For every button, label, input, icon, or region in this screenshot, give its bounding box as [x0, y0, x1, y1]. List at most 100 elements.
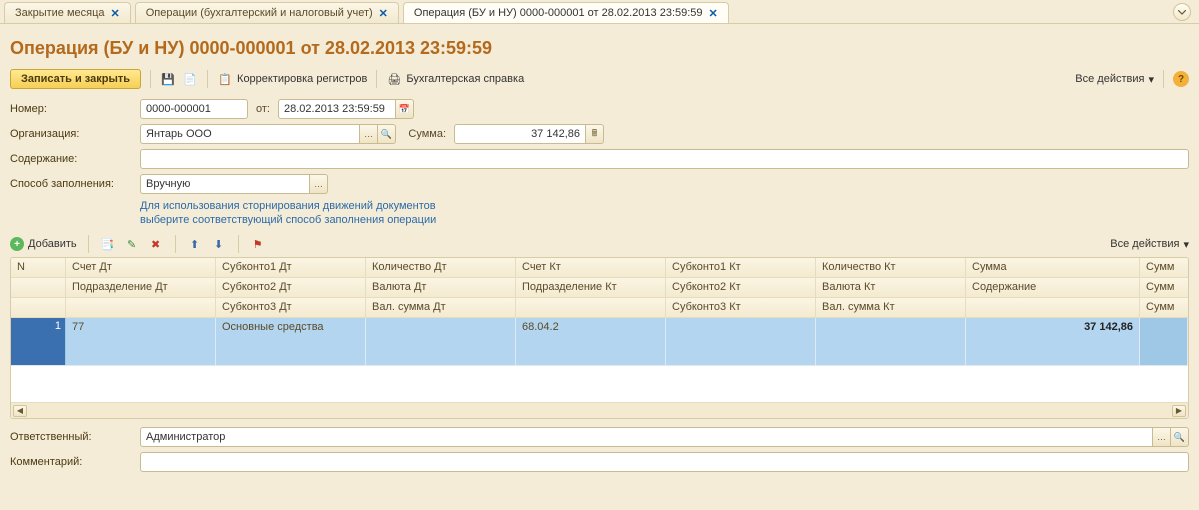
col-blank [11, 298, 66, 317]
col-cur-sum-dt[interactable]: Вал. сумма Дт [366, 298, 516, 317]
number-input[interactable] [140, 99, 248, 119]
col-sub1-dt[interactable]: Субконто1 Дт [216, 258, 366, 277]
accounting-note-button[interactable]: 🖨 Бухгалтерская справка [386, 71, 524, 87]
col-div-dt[interactable]: Подразделение Дт [66, 278, 216, 297]
search-icon[interactable]: 🔍 [378, 124, 396, 144]
cell-sub1-dt[interactable]: Основные средства [216, 318, 366, 365]
tab-label: Закрытие месяца [15, 7, 105, 19]
chevron-down-icon: ▾ [1183, 238, 1189, 251]
entries-grid: N Счет Дт Субконто1 Дт Количество Дт Сче… [10, 257, 1189, 419]
col-sum-ext[interactable]: Сумм [1140, 278, 1188, 297]
number-label: Номер: [10, 103, 140, 115]
close-icon[interactable]: ✕ [379, 7, 388, 20]
fill-method-hint: Для использования сторнирования движений… [140, 199, 540, 227]
col-n[interactable]: N [11, 258, 66, 277]
row-number: 1 [55, 320, 61, 332]
cell-sum[interactable]: 37 142,86 [966, 318, 1140, 365]
comment-label: Комментарий: [10, 456, 140, 468]
col-cur-sum-kt[interactable]: Вал. сумма Кт [816, 298, 966, 317]
org-label: Организация: [10, 128, 140, 140]
move-down-icon[interactable]: ⬇ [211, 236, 227, 252]
label: Бухгалтерская справка [406, 73, 524, 85]
col-acc-dt[interactable]: Счет Дт [66, 258, 216, 277]
chevron-down-icon[interactable] [1173, 3, 1191, 21]
save-close-button[interactable]: Записать и закрыть [10, 69, 141, 89]
help-icon[interactable]: ? [1173, 71, 1189, 87]
label: Корректировка регистров [237, 73, 367, 85]
chevron-down-icon: ▾ [1148, 73, 1154, 86]
col-acc-kt[interactable]: Счет Кт [516, 258, 666, 277]
separator [1163, 70, 1164, 88]
col-sub3-dt[interactable]: Субконто3 Дт [216, 298, 366, 317]
cell-acc-dt[interactable]: 77 [66, 318, 216, 365]
label: Все действия [1075, 73, 1144, 85]
horizontal-scrollbar[interactable]: ◀ ▶ [11, 402, 1188, 418]
tab-operation-doc[interactable]: Операция (БУ и НУ) 0000-000001 от 28.02.… [403, 2, 729, 23]
cell-qty-dt[interactable] [366, 318, 516, 365]
col-sub2-dt[interactable]: Субконто2 Дт [216, 278, 366, 297]
col-sub1-kt[interactable]: Субконто1 Кт [666, 258, 816, 277]
cell-ext[interactable] [1140, 318, 1188, 365]
col-sub2-kt[interactable]: Субконто2 Кт [666, 278, 816, 297]
search-icon[interactable]: 🔍 [1171, 427, 1189, 447]
sum-label: Сумма: [396, 128, 454, 140]
col-sum[interactable]: Сумма [966, 258, 1140, 277]
tab-label: Операции (бухгалтерский и налоговый учет… [146, 7, 373, 19]
col-sub3-kt[interactable]: Субконто3 Кт [666, 298, 816, 317]
tab-close-month[interactable]: Закрытие месяца ✕ [4, 2, 131, 23]
col-cur-kt[interactable]: Валюта Кт [816, 278, 966, 297]
close-icon[interactable]: ✕ [111, 7, 120, 20]
all-actions-button[interactable]: Все действия ▾ [1075, 73, 1154, 86]
cell-qty-kt[interactable] [816, 318, 966, 365]
tab-operations[interactable]: Операции (бухгалтерский и налоговый учет… [135, 2, 399, 23]
col-qty-dt[interactable]: Количество Дт [366, 258, 516, 277]
content-input[interactable] [140, 149, 1189, 169]
cell-sub1-kt[interactable] [666, 318, 816, 365]
save-icon[interactable]: 💾 [160, 71, 176, 87]
content-label: Содержание: [10, 153, 140, 165]
register-correction-button[interactable]: 📋 Корректировка регистров [217, 71, 367, 87]
flag-icon[interactable]: ⚑ [250, 236, 266, 252]
select-icon[interactable]: … [360, 124, 378, 144]
add-row-button[interactable]: + Добавить [10, 237, 77, 251]
responsible-input[interactable] [140, 427, 1153, 447]
col-cur-dt[interactable]: Валюта Дт [366, 278, 516, 297]
calculator-icon[interactable]: 🖩 [586, 124, 604, 144]
calendar-icon[interactable]: 📅 [396, 99, 414, 119]
delete-icon[interactable]: ✖ [148, 236, 164, 252]
edit-icon[interactable]: ✎ [124, 236, 140, 252]
grid-header-row: Подразделение Дт Субконто2 Дт Валюта Дт … [11, 278, 1188, 298]
col-sum-ext[interactable]: Сумм [1140, 298, 1188, 317]
row-indicator: 1 [11, 318, 66, 365]
sum-input[interactable] [454, 124, 586, 144]
table-row[interactable]: 1 77 Основные средства 68.04.2 37 142,86 [11, 318, 1188, 366]
org-input[interactable] [140, 124, 360, 144]
scroll-right-icon[interactable]: ▶ [1172, 405, 1186, 417]
separator [175, 235, 176, 253]
col-sum-ext[interactable]: Сумм [1140, 258, 1188, 277]
hint-line1: Для использования сторнирования движений… [140, 200, 436, 212]
page-body: Операция (БУ и НУ) 0000-000001 от 28.02.… [0, 24, 1199, 485]
close-icon[interactable]: ✕ [709, 7, 718, 20]
list-icon: 📋 [217, 71, 233, 87]
from-label: от: [248, 103, 278, 115]
separator [207, 70, 208, 88]
move-up-icon[interactable]: ⬆ [187, 236, 203, 252]
col-qty-kt[interactable]: Количество Кт [816, 258, 966, 277]
separator [88, 235, 89, 253]
comment-input[interactable] [140, 452, 1189, 472]
date-input[interactable] [278, 99, 396, 119]
label: Все действия [1110, 238, 1179, 250]
select-icon[interactable]: … [1153, 427, 1171, 447]
col-div-kt[interactable]: Подразделение Кт [516, 278, 666, 297]
copy-icon[interactable]: 📑 [100, 236, 116, 252]
fill-method-input[interactable] [140, 174, 310, 194]
grid-all-actions-button[interactable]: Все действия ▾ [1110, 238, 1189, 251]
select-icon[interactable]: … [310, 174, 328, 194]
grid-toolbar: + Добавить 📑 ✎ ✖ ⬆ ⬇ ⚑ Все действия ▾ [10, 235, 1189, 253]
scroll-left-icon[interactable]: ◀ [13, 405, 27, 417]
cell-acc-kt[interactable]: 68.04.2 [516, 318, 666, 365]
document-icon[interactable]: 📄 [182, 71, 198, 87]
hint-line2: выберите соответствующий способ заполнен… [140, 214, 436, 226]
col-content[interactable]: Содержание [966, 278, 1140, 297]
